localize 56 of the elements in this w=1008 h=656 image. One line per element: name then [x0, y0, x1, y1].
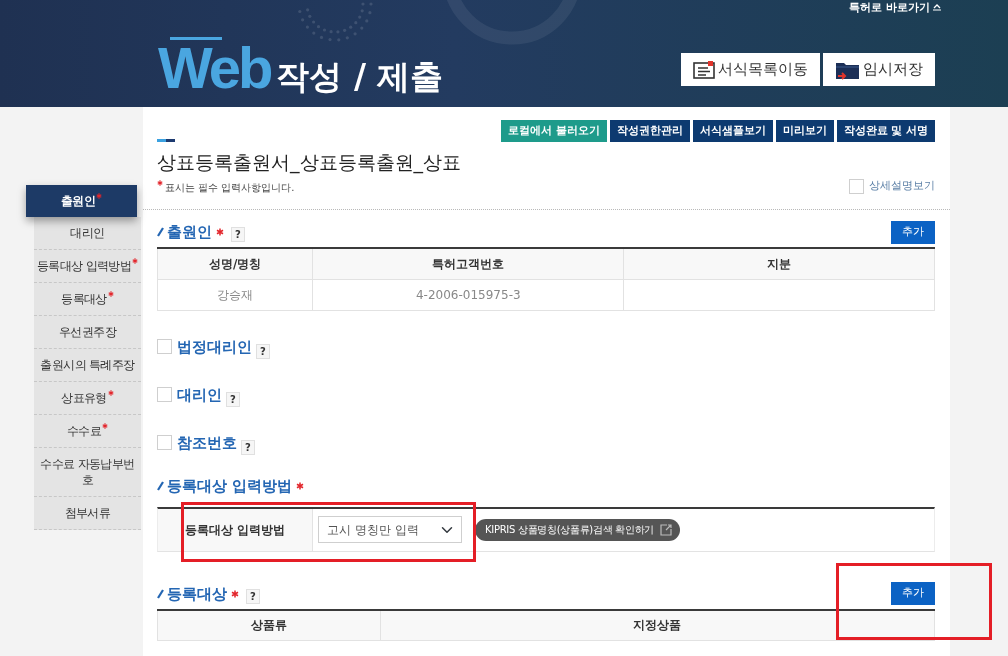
- caret-up-icon: [933, 3, 941, 11]
- section-title: 출원인: [167, 222, 212, 242]
- column-header: 지분: [623, 248, 935, 279]
- slash-icon: [157, 480, 164, 491]
- column-header: 지정상품: [380, 609, 935, 641]
- column-header: 성명/명칭: [157, 248, 313, 279]
- help-button[interactable]: ?: [241, 439, 255, 455]
- toolbar-button[interactable]: 미리보기: [775, 120, 834, 142]
- sidebar-item[interactable]: 수수료 자동납부번호: [34, 448, 141, 497]
- page-heading: 작성 / 제출: [276, 56, 444, 98]
- toolbar-button[interactable]: 작성완료 및 서명: [836, 120, 935, 142]
- field-label: 등록대상 입력방법: [158, 508, 313, 551]
- add-button[interactable]: 추가: [891, 582, 935, 605]
- help-button[interactable]: ?: [256, 343, 270, 359]
- checkbox[interactable]: [157, 387, 172, 402]
- form-title: 상표등록출원서_상표등록출원_상표: [157, 150, 461, 174]
- sidebar-item[interactable]: 등록대상: [34, 283, 141, 316]
- add-button[interactable]: 추가: [891, 220, 935, 244]
- checkbox[interactable]: [157, 435, 172, 450]
- sidebar-item[interactable]: 등록대상 입력방법: [34, 250, 141, 283]
- table-cell: 강승재: [157, 279, 313, 310]
- document-icon: [693, 60, 715, 79]
- checkbox[interactable]: [849, 178, 864, 194]
- sidebar-item[interactable]: 수수료: [34, 415, 141, 448]
- section-title: 등록대상: [167, 583, 227, 604]
- checkbox-label: 대리인: [177, 385, 222, 405]
- help-button[interactable]: ?: [246, 588, 260, 604]
- shortcut-link[interactable]: 특허로 바로가기: [849, 0, 941, 14]
- slash-icon: [157, 588, 164, 599]
- sidebar-item[interactable]: 상표유형: [34, 382, 141, 415]
- checkbox-label: 상세설명보기: [869, 178, 935, 194]
- help-button[interactable]: ?: [231, 227, 245, 242]
- required-note: 표시는 필수 입력사항입니다.: [165, 181, 295, 195]
- table-cell: 4-2006-015975-3: [312, 279, 624, 310]
- save-button[interactable]: 임시저장: [823, 53, 935, 86]
- column-header: 특허고객번호: [312, 248, 624, 279]
- sidebar-item[interactable]: 첨부서류: [34, 497, 141, 530]
- column-header: 상품류: [157, 609, 381, 641]
- sidebar-item[interactable]: 출원인: [26, 185, 137, 217]
- toolbar-button[interactable]: 작성권한관리: [609, 120, 690, 142]
- toolbar-button[interactable]: 서식샘플보기: [692, 120, 773, 142]
- sidebar-item[interactable]: 우선권주장: [34, 316, 141, 349]
- asterisk-icon: [157, 180, 163, 186]
- checkbox-label: 법정대리인: [177, 337, 252, 357]
- accent-line: [157, 139, 175, 142]
- checkbox-label: 참조번호: [177, 433, 237, 453]
- search-link-button[interactable]: KIPRIS 상품명칭(상품류)검색 확인하기: [475, 518, 681, 541]
- sidebar-item[interactable]: 출원시의 특례주장: [34, 349, 141, 382]
- method-select[interactable]: 고시 명칭만 입력: [318, 516, 462, 543]
- help-button[interactable]: ?: [226, 391, 240, 407]
- sidebar-item[interactable]: 대리인: [34, 217, 141, 250]
- form-list-button[interactable]: 서식목록이동: [681, 53, 820, 86]
- slash-icon: [157, 227, 164, 237]
- section-title: 등록대상 입력방법: [167, 475, 293, 496]
- external-link-icon: [660, 523, 673, 536]
- checkbox[interactable]: [157, 339, 172, 354]
